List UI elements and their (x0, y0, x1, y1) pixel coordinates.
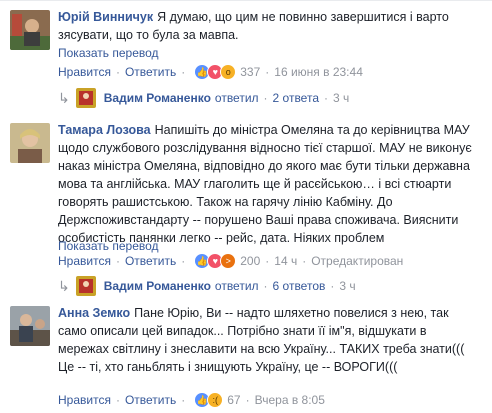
reaction-summary[interactable]: 👍 ♥ > 200 (194, 253, 260, 269)
reply-timestamp: 3 ч (333, 91, 350, 105)
reaction-summary[interactable]: 👍 :( 67 (194, 392, 241, 408)
reply-timestamp: 3 ч (339, 279, 356, 293)
separator: · (302, 254, 307, 268)
reply-action: ответил (214, 91, 259, 105)
reaction-count: 200 (240, 254, 261, 268)
separator: · (245, 393, 250, 407)
reply-action: ответил (214, 279, 259, 293)
comment-timestamp[interactable]: 16 июня в 23:44 (274, 65, 363, 79)
comment-text: Напишіть до міністра Омеляна та до керів… (58, 123, 472, 245)
separator: · (330, 279, 335, 293)
separator: · (265, 254, 270, 268)
reply-arrow-icon: ↳ (58, 277, 70, 294)
like-link[interactable]: Нравится (58, 393, 111, 407)
separator: · (324, 91, 328, 105)
separator: · (181, 254, 186, 268)
comment-3: Анна Земко Пане Юрію, Ви -- надто шляхетн… (0, 300, 492, 413)
reply-link[interactable]: Ответить (125, 65, 176, 79)
comment-author[interactable]: Анна Земко (58, 306, 130, 320)
sad-reaction-icon: :( (207, 392, 224, 408)
avatar[interactable] (10, 10, 50, 50)
show-translation-link[interactable]: Показать перевод (58, 239, 159, 253)
separator: · (263, 91, 268, 105)
edited-label[interactable]: Отредактирован (311, 254, 403, 268)
reply-link[interactable]: Ответить (125, 254, 176, 268)
avatar[interactable] (10, 123, 50, 163)
show-translation-link[interactable]: Показать перевод (58, 46, 159, 60)
comment-timestamp[interactable]: 14 ч (274, 254, 297, 268)
reaction-count: 67 (227, 393, 241, 407)
separator: · (115, 65, 120, 79)
separator: · (263, 279, 268, 293)
reply-arrow-icon: ↳ (58, 89, 70, 106)
like-link[interactable]: Нравится (58, 254, 111, 268)
separator: · (181, 65, 186, 79)
avatar[interactable] (10, 306, 50, 346)
comment-actions: Нравится · Ответить · 👍 ♥ > 200 · 14 ч ·… (58, 253, 403, 269)
reply-count[interactable]: 6 ответов (273, 279, 326, 293)
reply-author[interactable]: Вадим Романенко (104, 91, 211, 105)
view-replies-link[interactable]: ↳ Вадим Романенко ответил · 6 ответов · … (58, 276, 356, 296)
comment-body: Анна Земко Пане Юрію, Ви -- надто шляхетн… (58, 304, 478, 376)
separator: · (115, 254, 120, 268)
like-link[interactable]: Нравится (58, 65, 111, 79)
comment-body: Тамара Лозова Напишіть до міністра Омелян… (58, 121, 478, 247)
reply-author[interactable]: Вадим Романенко (104, 279, 211, 293)
reaction-summary[interactable]: 👍 ♥ o 337 (194, 64, 260, 80)
separator: · (181, 393, 186, 407)
wow-reaction-icon: o (220, 64, 237, 80)
comment-1: Юрій Винничук Я думаю, що цим не повинно … (0, 0, 492, 110)
separator: · (115, 393, 120, 407)
separator: · (265, 65, 270, 79)
comment-timestamp[interactable]: Вчера в 8:05 (255, 393, 325, 407)
comment-author[interactable]: Юрій Винничук (58, 10, 153, 24)
reply-link[interactable]: Ответить (125, 393, 176, 407)
avatar (75, 88, 96, 108)
comment-actions: Нравится · Ответить · 👍 ♥ o 337 · 16 июн… (58, 64, 363, 80)
reaction-count: 337 (240, 65, 261, 79)
reply-count[interactable]: 2 ответа (273, 91, 319, 105)
comment-actions: Нравится · Ответить · 👍 :( 67 · Вчера в … (58, 392, 325, 408)
comment-author[interactable]: Тамара Лозова (58, 123, 151, 137)
angry-reaction-icon: > (220, 253, 237, 269)
comment-body: Юрій Винничук Я думаю, що цим не повинно … (58, 8, 478, 44)
view-replies-link[interactable]: ↳ Вадим Романенко ответил · 2 ответа · 3… (58, 88, 349, 108)
comment-2: Тамара Лозова Напишіть до міністра Омелян… (0, 115, 492, 296)
avatar (75, 276, 96, 296)
